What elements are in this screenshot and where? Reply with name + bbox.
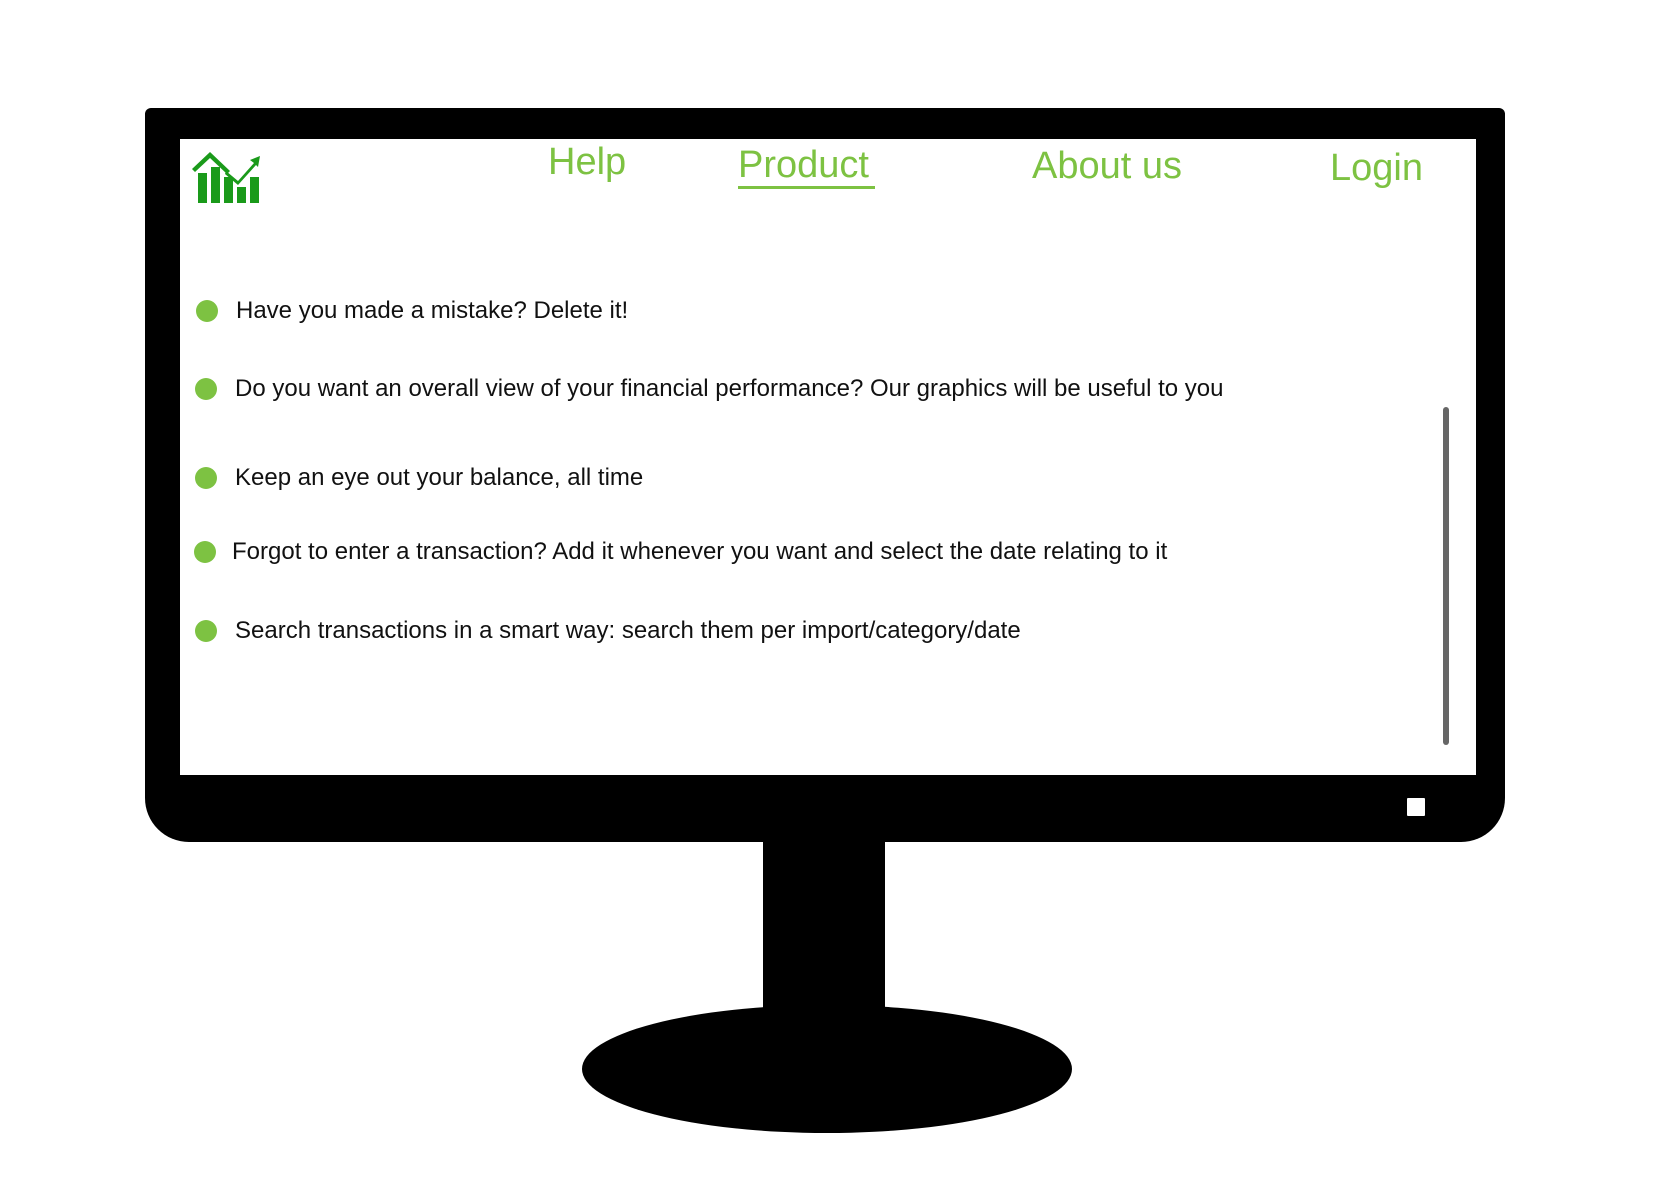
- monitor-illustration: Help Product About us Login Have you mad…: [0, 0, 1667, 1179]
- monitor-screen: Help Product About us Login Have you mad…: [180, 139, 1476, 775]
- power-button[interactable]: [1407, 798, 1425, 816]
- vertical-scrollbar[interactable]: [1443, 407, 1449, 745]
- bullet-dot-icon: [195, 378, 217, 400]
- monitor-stand-base: [582, 1005, 1072, 1133]
- feature-text: Have you made a mistake? Delete it!: [236, 297, 629, 324]
- feature-text: Do you want an overall view of your fina…: [235, 375, 1224, 402]
- feature-text: Keep an eye out your balance, all time: [235, 464, 644, 491]
- monitor-stand-neck: [763, 838, 885, 1018]
- feature-list: Have you made a mistake? Delete it! Do y…: [180, 139, 1476, 775]
- bullet-dot-icon: [196, 300, 218, 322]
- bullet-dot-icon: [195, 467, 217, 489]
- feature-text: Forgot to enter a transaction? Add it wh…: [232, 538, 1168, 565]
- bullet-dot-icon: [194, 541, 216, 563]
- feature-text: Search transactions in a smart way: sear…: [235, 617, 1021, 644]
- bullet-dot-icon: [195, 620, 217, 642]
